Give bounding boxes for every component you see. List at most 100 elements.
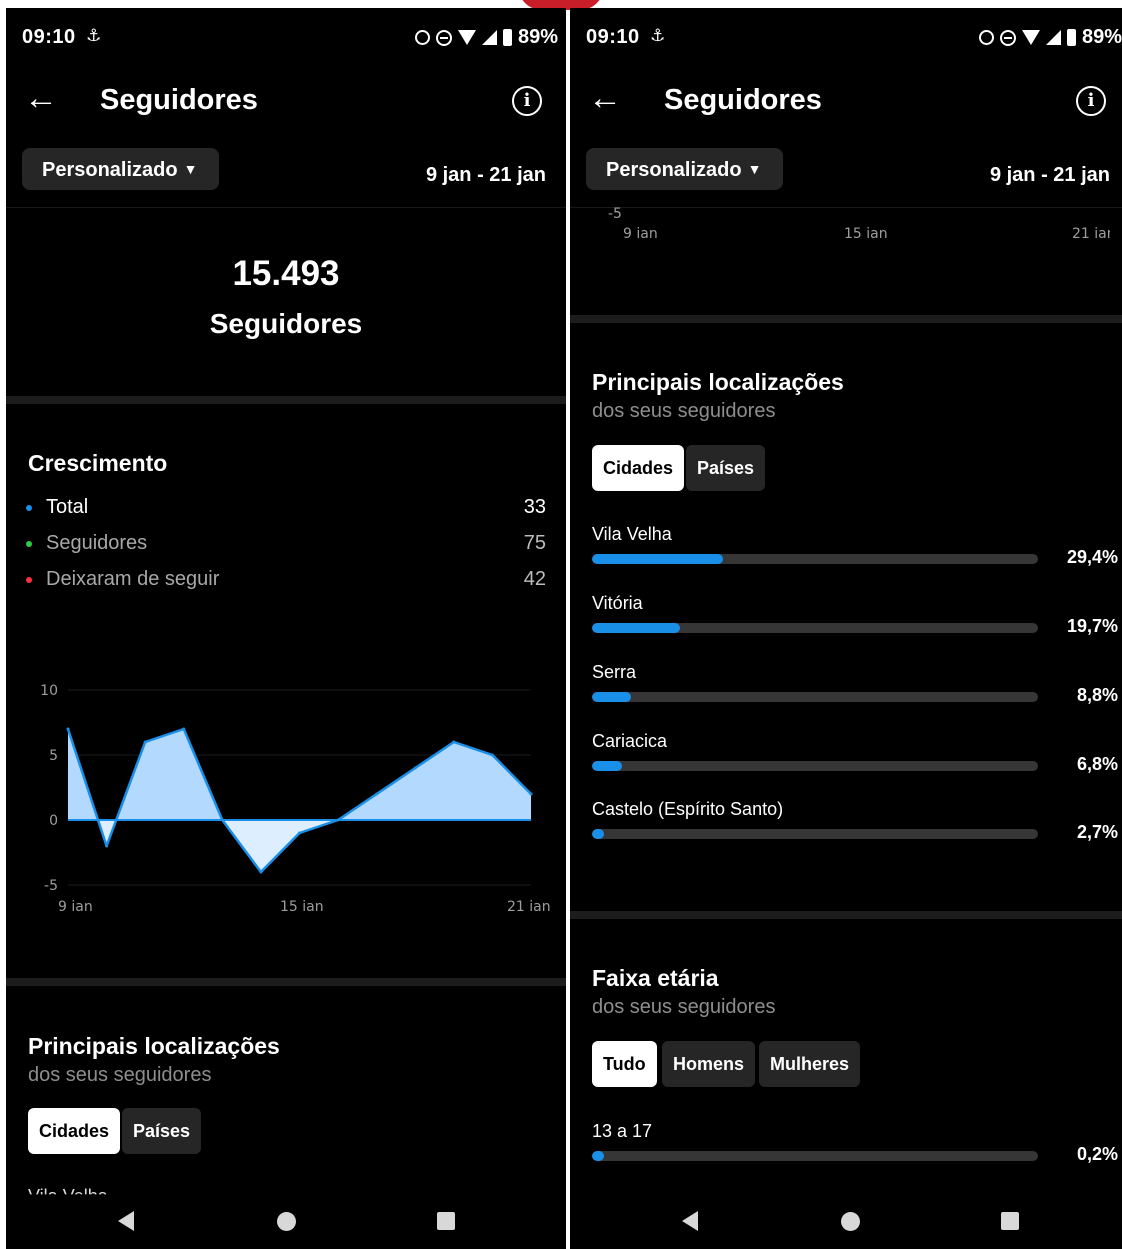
location-percent: 2,7% — [1076, 822, 1118, 842]
battery-icon — [502, 29, 512, 46]
locations-subtitle: dos seus seguidores — [592, 400, 776, 422]
period-filter-button[interactable]: Personalizado ▼ — [22, 148, 220, 190]
location-bar-track — [592, 761, 1038, 771]
legend-dot-total — [26, 505, 32, 511]
notification-icon: ⚓ — [650, 26, 666, 45]
location-name: Serra — [592, 662, 637, 682]
location-percent: 19,7% — [1066, 616, 1118, 636]
data-point — [336, 818, 340, 822]
notification-icon: ⚓ — [86, 26, 102, 45]
data-point — [259, 870, 263, 874]
data-point — [220, 818, 224, 822]
location-bar-fill — [592, 623, 680, 633]
tab-women[interactable]: Mulheres — [759, 1041, 861, 1087]
info-icon[interactable]: i — [512, 86, 542, 116]
x-axis-tick-label: 21 ian — [1072, 226, 1110, 242]
age-title: Faixa etária — [592, 965, 719, 991]
status-time: 09:10 — [22, 26, 76, 48]
signal-icon — [481, 30, 497, 45]
x-axis-tick-label: 9 ian — [623, 226, 658, 242]
data-point — [143, 740, 147, 744]
followers-count-label: Seguidores — [209, 308, 363, 339]
location-row: Vila Velha 29,4% — [592, 524, 1118, 590]
location-row: Cariacica 6,8% — [592, 731, 1118, 797]
back-arrow-icon[interactable]: ← — [588, 78, 628, 118]
location-row: Castelo (Espírito Santo) 2,7% — [592, 799, 1118, 865]
header: ← Seguidores i — [6, 66, 566, 140]
page-title: Seguidores — [664, 84, 822, 116]
y-axis-tick-label: 10 — [40, 683, 58, 699]
divider — [6, 207, 566, 208]
tab-countries[interactable]: Países — [122, 1108, 202, 1154]
legend-total: Total 33 — [26, 494, 546, 524]
location-percent: 8,8% — [1076, 685, 1118, 705]
nav-home-icon[interactable] — [841, 1212, 860, 1231]
location-row: Vitória 19,7% — [592, 593, 1118, 659]
data-point — [490, 753, 494, 757]
age-bar-fill — [592, 1151, 604, 1161]
tab-cities[interactable]: Cidades — [592, 445, 685, 491]
x-axis-tick-label: 15 ian — [280, 899, 324, 915]
data-point — [452, 740, 456, 744]
legend-dot-followers — [26, 541, 32, 547]
period-filter-label: Personalizado — [42, 159, 178, 181]
nav-back-icon[interactable] — [118, 1211, 134, 1231]
nav-home-icon[interactable] — [277, 1212, 296, 1231]
location-name: Vila Velha — [592, 524, 672, 544]
location-name: Vitória — [592, 593, 643, 613]
do-not-disturb-icon — [999, 29, 1016, 46]
header: ← Seguidores i — [570, 66, 1122, 140]
location-name: Cariacica — [592, 731, 668, 751]
legend-label-followers: Seguidores — [46, 532, 148, 554]
location-bar-fill — [592, 554, 724, 564]
date-range: 9 jan - 21 jan — [989, 164, 1110, 186]
area-positive — [68, 729, 531, 820]
age-subtitle: dos seus seguidores — [592, 996, 776, 1018]
tab-all[interactable]: Tudo — [592, 1041, 657, 1087]
location-name: Castelo (Espírito Santo) — [592, 799, 784, 819]
nav-recents-icon[interactable] — [1001, 1212, 1019, 1230]
tab-countries[interactable]: Países — [686, 445, 766, 491]
battery-level: 89% — [1081, 26, 1122, 48]
legend-dot-unfollowed — [26, 577, 32, 583]
tab-men[interactable]: Homens — [662, 1041, 756, 1087]
status-icons: 89% — [978, 26, 1122, 49]
y-axis-tick-label: -5 — [608, 206, 622, 222]
status-bar: 09:10 ⚓ 89% — [6, 8, 566, 66]
battery-level: 89% — [517, 26, 558, 48]
growth-chart: 10 5 0 -59 ian 15 ian 21 ian — [40, 683, 550, 915]
location-bar-track — [592, 554, 1038, 564]
followers-count: 15.493 — [232, 254, 340, 293]
age-bar-track — [592, 1151, 1038, 1161]
period-filter-button[interactable]: Personalizado ▼ — [586, 148, 784, 190]
tab-cities[interactable]: Cidades — [28, 1108, 121, 1154]
info-icon[interactable]: i — [1076, 86, 1106, 116]
y-axis-tick-label: -5 — [44, 878, 58, 894]
location-bar-track — [592, 692, 1038, 702]
divider — [570, 207, 1122, 208]
chevron-down-icon: ▼ — [747, 161, 762, 177]
signal-icon — [1045, 30, 1061, 45]
nav-back-icon[interactable] — [682, 1211, 698, 1231]
data-point — [413, 766, 417, 770]
location-row: Serra 8,8% — [592, 662, 1118, 728]
legend-value-unfollowed: 42 — [523, 568, 546, 590]
location-bar-track — [592, 829, 1038, 839]
nav-recents-icon[interactable] — [437, 1212, 455, 1230]
location-bar-fill — [592, 692, 632, 702]
section-separator — [570, 315, 1122, 323]
status-bar: 09:10 ⚓ 89% — [570, 8, 1122, 66]
data-point — [66, 727, 70, 731]
status-time: 09:10 — [586, 26, 640, 48]
locations-title: Principais localizações — [592, 369, 844, 395]
location-percent: 29,4% — [1066, 547, 1118, 567]
section-separator — [6, 978, 566, 986]
do-not-disturb-icon — [435, 29, 452, 46]
age-row: 13 a 17 0,2% — [592, 1121, 1118, 1187]
data-point — [182, 727, 186, 731]
legend-unfollowed: Deixaram de seguir 42 — [26, 566, 546, 596]
location-bar-fill — [592, 761, 623, 771]
y-axis-tick-label: 0 — [49, 813, 58, 829]
back-arrow-icon[interactable]: ← — [24, 78, 64, 118]
x-axis-tick-label: 9 ian — [58, 899, 93, 915]
